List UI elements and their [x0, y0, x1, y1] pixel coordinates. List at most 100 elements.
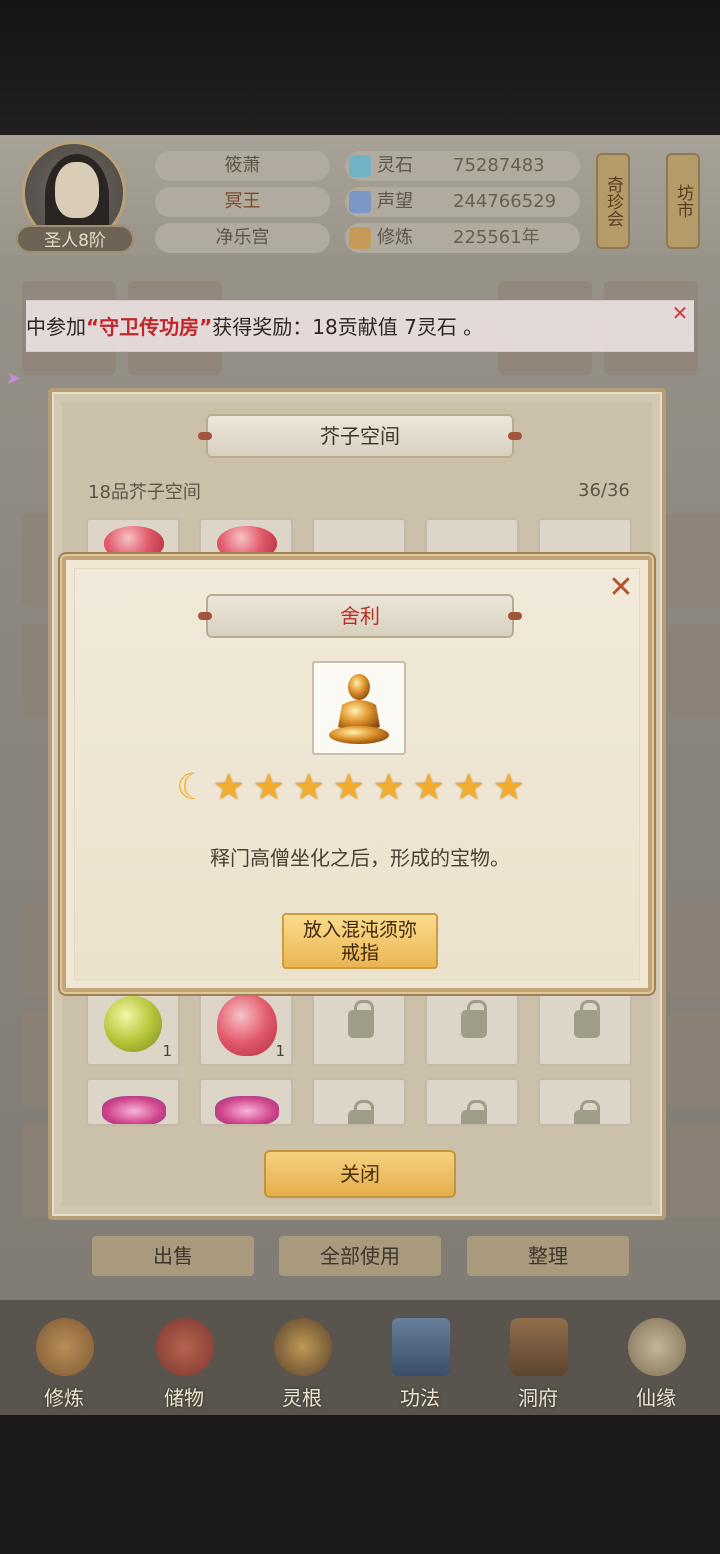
put-into-ring-button[interactable]: 放入混沌须弥 戒指 [282, 913, 438, 969]
stat-value: 225561年 [453, 227, 540, 248]
bottom-nav: 修炼 储物 灵根 功法 洞府 仙缘 [0, 1300, 720, 1415]
inventory-slot[interactable] [538, 518, 632, 558]
item-rarity-stars: ☾★ ★ ★ ★ ★ ★ ★ ★ [176, 768, 546, 808]
inventory-slot-locked[interactable] [538, 986, 632, 1066]
use-all-button[interactable]: 全部使用 [279, 1236, 441, 1276]
nav-technique[interactable]: 功法 [370, 1310, 470, 1410]
inventory-slot-locked[interactable] [425, 1078, 519, 1126]
star-icon: ★ [412, 767, 446, 808]
lock-icon [461, 1000, 487, 1038]
nav-cultivate[interactable]: 修炼 [14, 1310, 114, 1410]
avatar-face [55, 162, 99, 218]
expand-arrow-icon[interactable]: ➤ [6, 368, 28, 390]
dragon-egg-icon [102, 1096, 166, 1124]
inventory-slot-locked[interactable] [538, 1078, 632, 1126]
star-icon: ★ [212, 767, 246, 808]
organize-button[interactable]: 整理 [467, 1236, 629, 1276]
inventory-slot[interactable]: 1 [199, 986, 293, 1066]
player-header: 圣人8阶 筱萧 冥王 净乐宫 灵石 75287483 声望 244766529 … [0, 135, 720, 255]
stat-label: 修炼 [377, 227, 413, 248]
sarira-buddha-icon [329, 674, 389, 744]
star-icon: ★ [252, 767, 286, 808]
inventory-slot[interactable] [86, 1078, 180, 1126]
lock-icon [461, 1100, 487, 1124]
nav-label: 功法 [400, 1386, 440, 1410]
nav-label: 灵根 [282, 1386, 322, 1410]
star-icon: ★ [492, 767, 526, 808]
reputation-icon [349, 191, 371, 213]
dragon-egg-icon [215, 1096, 279, 1124]
item-icon-frame [312, 661, 406, 755]
cultivation-icon [349, 227, 371, 249]
player-sect: 净乐宫 [155, 223, 330, 253]
player-title: 冥王 [155, 187, 330, 217]
spirit-stone-icon [349, 155, 371, 177]
item-count: 1 [162, 1042, 172, 1060]
game-screen: 圣人8阶 筱萧 冥王 净乐宫 灵石 75287483 声望 244766529 … [0, 0, 720, 1554]
top-letterbox [0, 0, 720, 135]
stat-label: 声望 [377, 191, 413, 212]
stat-cultivation: 修炼 225561年 [345, 223, 580, 253]
red-egg-icon [104, 526, 164, 560]
technique-book-icon [392, 1318, 450, 1376]
lock-icon [348, 1000, 374, 1038]
player-rank: 圣人8阶 [16, 225, 134, 253]
storage-bag-icon [156, 1318, 214, 1376]
nav-label: 仙缘 [636, 1386, 676, 1410]
inventory-slot[interactable] [199, 1078, 293, 1126]
notice-prefix: 中参加 [26, 315, 86, 339]
star-icon: ★ [292, 767, 326, 808]
star-icon: ★ [332, 767, 366, 808]
modal-close-icon[interactable]: ✕ [606, 573, 636, 604]
cultivate-icon [36, 1318, 94, 1376]
star-icon: ★ [452, 767, 486, 808]
lock-icon [574, 1000, 600, 1038]
inventory-slot[interactable] [86, 518, 180, 560]
nav-cave[interactable]: 洞府 [488, 1310, 588, 1410]
moon-icon: ☾ [176, 767, 210, 808]
nav-label: 修炼 [44, 1386, 84, 1410]
inventory-slot[interactable] [312, 518, 406, 558]
cave-dwelling-icon [510, 1318, 568, 1376]
storage-title-bar: 芥子空间 [198, 414, 522, 458]
nav-spirit-root[interactable]: 灵根 [252, 1310, 352, 1410]
inventory-slot[interactable] [199, 518, 293, 560]
inventory-slot-locked[interactable] [312, 986, 406, 1066]
storage-title: 芥子空间 [320, 424, 400, 448]
notice-suffix: 获得奖励：18贡献值 7灵石 。 [212, 315, 484, 339]
inventory-slot-locked[interactable] [425, 986, 519, 1066]
red-egg-icon [217, 526, 277, 560]
close-storage-button[interactable]: 关闭 [264, 1150, 456, 1198]
item-count: 1 [275, 1042, 285, 1060]
item-description: 释门高僧坐化之后，形成的宝物。 [210, 846, 510, 870]
spirit-root-icon [274, 1318, 332, 1376]
nav-label: 储物 [164, 1386, 204, 1410]
stat-value: 244766529 [453, 191, 557, 212]
item-title-bar: 舍利 [198, 594, 522, 638]
inventory-slot[interactable]: 1 [86, 986, 180, 1066]
stat-value: 75287483 [453, 155, 545, 176]
market-button[interactable]: 坊市 [666, 153, 700, 249]
sell-button[interactable]: 出售 [92, 1236, 254, 1276]
nav-label: 洞府 [518, 1386, 558, 1410]
inventory-slot-locked[interactable] [312, 1078, 406, 1126]
bottom-letterbox [0, 1415, 720, 1554]
reward-notice: 中参加“守卫传功房”获得奖励：18贡献值 7灵石 。 [26, 300, 694, 352]
lock-icon [574, 1100, 600, 1124]
lock-icon [348, 1100, 374, 1124]
nav-fortune[interactable]: 仙缘 [606, 1310, 706, 1410]
treasure-fair-button[interactable]: 奇珍会 [596, 153, 630, 249]
green-pearl-icon [104, 996, 162, 1052]
storage-grade: 18品芥子空间 [88, 482, 201, 503]
stat-reputation: 声望 244766529 [345, 187, 580, 217]
nav-storage[interactable]: 储物 [134, 1310, 234, 1410]
close-icon[interactable]: ✕ [668, 302, 692, 324]
storage-capacity: 36/36 [578, 480, 630, 501]
notice-highlight: “守卫传功房” [86, 315, 213, 339]
item-name: 舍利 [340, 604, 380, 628]
inventory-slot[interactable] [425, 518, 519, 558]
player-name: 筱萧 [155, 151, 330, 181]
star-icon: ★ [372, 767, 406, 808]
red-egg-icon [217, 994, 277, 1056]
stat-spirit-stone: 灵石 75287483 [345, 151, 580, 181]
